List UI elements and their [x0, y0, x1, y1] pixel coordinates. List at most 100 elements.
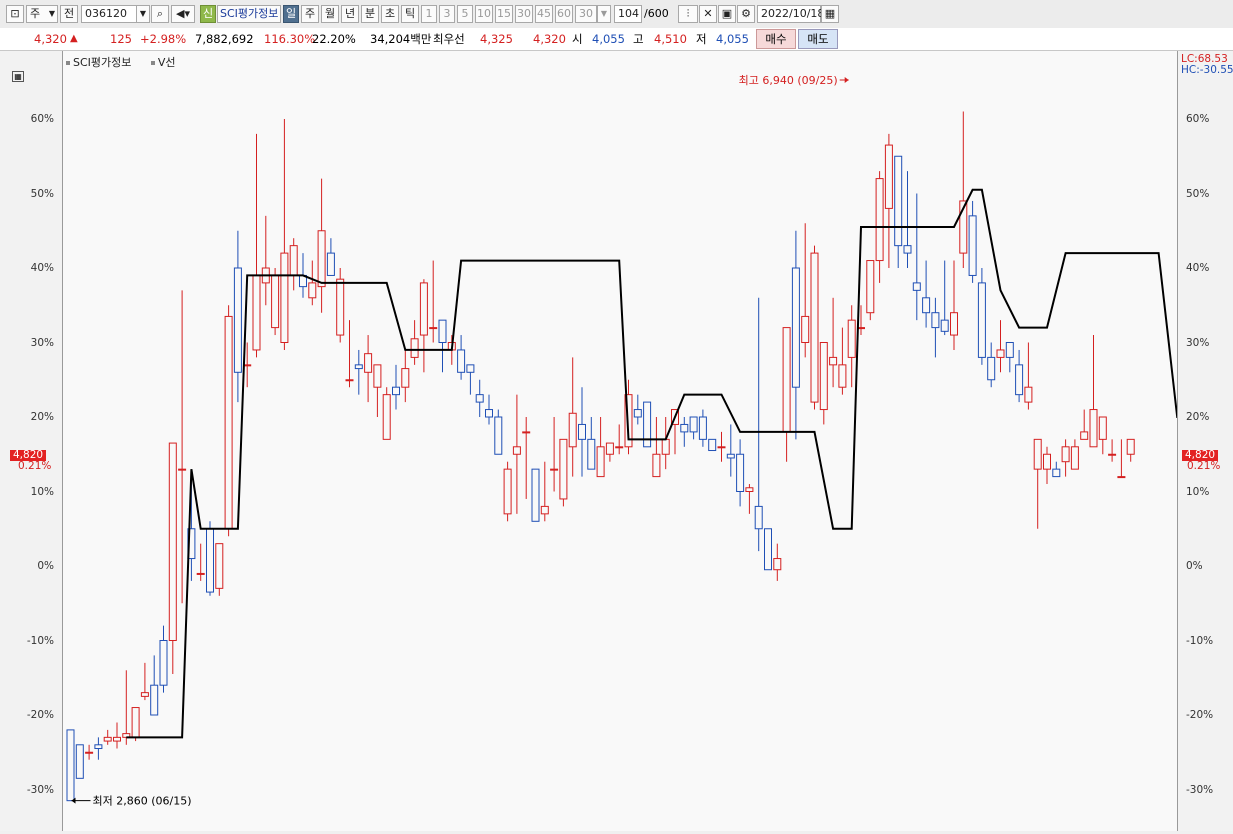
gear-icon[interactable]: ⚙ [737, 5, 755, 23]
candle-body [401, 368, 410, 388]
candle-body [782, 327, 791, 433]
tab-tick[interactable]: 틱 [401, 5, 419, 23]
chart-legend: SCI평가정보 V선 [66, 54, 192, 70]
candle-body [196, 572, 205, 575]
high-annotation: 최고 6,940 (09/25) [739, 74, 838, 87]
y-tick-label: 40% [1186, 262, 1210, 274]
open-price: 4,055 [592, 32, 625, 46]
candle-body [457, 349, 466, 373]
crosshair-icon[interactable]: ✕ [699, 5, 717, 23]
interval-10[interactable]: 10 [475, 5, 493, 23]
candle-body [977, 282, 986, 358]
candle-body [215, 543, 224, 589]
candle-body [1089, 409, 1098, 448]
speaker-icon[interactable]: ◀▾ [171, 5, 195, 23]
chart-plot-area[interactable]: 최고 6,940 (09/25) 최저 2,860 (06/15) [63, 51, 1196, 831]
price-change: 125 [110, 32, 132, 46]
up-arrow-icon: ▲ [70, 33, 78, 44]
candle-body [233, 267, 242, 373]
candle-body [503, 468, 512, 515]
candle-body [847, 319, 856, 358]
tab-month[interactable]: 월 [321, 5, 339, 23]
y-tick-label: -30% [26, 783, 54, 796]
market-select[interactable]: 주 ▼ [26, 5, 58, 23]
candle-type-icon[interactable]: ⫶ [678, 5, 698, 23]
interval-3[interactable]: 3 [439, 5, 455, 23]
sell-button[interactable]: 매도 [798, 29, 838, 49]
legend-item-price[interactable]: SCI평가정보 [66, 56, 139, 69]
candle-body [354, 364, 363, 370]
best-label: 최우선 [433, 32, 465, 46]
market-label: 주 [30, 7, 41, 20]
layout-icon[interactable]: ⊡ [6, 5, 24, 23]
code-dropdown-icon[interactable]: ▼ [136, 5, 150, 23]
candle-body [838, 364, 847, 388]
y-tick-label: -20% [26, 709, 54, 721]
tab-minute[interactable]: 분 [361, 5, 379, 23]
candle-body [894, 155, 903, 247]
buy-button[interactable]: 매수 [756, 29, 796, 49]
stock-name: SCI평가정보 [217, 5, 281, 23]
candle-body [159, 640, 168, 686]
candle-body [1108, 453, 1117, 456]
tab-week[interactable]: 주 [301, 5, 319, 23]
candle-body [475, 394, 484, 403]
y-tick-label: 0% [37, 560, 54, 572]
y-tick-label: -10% [26, 634, 54, 647]
candle-body [308, 282, 317, 299]
candle-body [512, 446, 521, 455]
change-percent: +2.98% [140, 32, 187, 46]
y-tick-label: 30% [30, 336, 54, 349]
interval-15[interactable]: 15 [495, 5, 513, 23]
legend-label-vline: V선 [157, 56, 176, 69]
interval-1[interactable]: 1 [421, 5, 437, 23]
candle-body [466, 364, 475, 373]
interval-value[interactable]: 30 [575, 5, 597, 23]
save-icon[interactable]: ▣ [718, 5, 736, 23]
calendar-icon[interactable]: ▦ [821, 5, 839, 23]
y-tick-label: -30% [1186, 783, 1214, 796]
candle-body [578, 423, 586, 440]
prev-button[interactable]: 전 [60, 5, 78, 23]
candle-body [419, 282, 428, 336]
candle-body [754, 505, 763, 530]
y-tick-label: 40% [30, 262, 54, 274]
candle-body [819, 342, 828, 411]
candle-body [875, 178, 884, 262]
candle-body [652, 453, 661, 478]
interval-dropdown-icon[interactable]: ▼ [597, 5, 611, 23]
candle-body [596, 446, 605, 478]
candle-body [224, 315, 233, 530]
tab-second[interactable]: 초 [381, 5, 399, 23]
candle-body [1024, 386, 1033, 403]
code-input[interactable]: 036120 [81, 5, 137, 23]
interval-60[interactable]: 60 [555, 5, 573, 23]
candle-body [745, 487, 754, 492]
candle-body [494, 416, 503, 455]
tab-year[interactable]: 년 [341, 5, 359, 23]
volume-ratio: 116.30% [264, 32, 316, 46]
search-icon[interactable]: ⌕ [151, 5, 169, 23]
candle-body [140, 692, 149, 697]
candle-body [66, 729, 75, 802]
candle-body [364, 353, 373, 373]
candle-body [317, 230, 326, 288]
candle-body [884, 144, 893, 209]
candle-body [996, 349, 1005, 358]
interval-45[interactable]: 45 [535, 5, 553, 23]
candle-body [764, 528, 772, 571]
candlestick-chart: 최고 6,940 (09/25) 최저 2,860 (06/15) [66, 74, 1196, 808]
count-input[interactable]: 104 [614, 5, 642, 23]
candle-body [931, 312, 940, 329]
candle-body [587, 438, 596, 470]
grid-table-icon[interactable]: ▦ [12, 71, 24, 82]
date-input[interactable]: 2022/10/18 [757, 5, 824, 23]
interval-30[interactable]: 30 [515, 5, 533, 23]
candle-body [1033, 438, 1042, 470]
legend-item-vline[interactable]: V선 [150, 56, 184, 69]
tab-day[interactable]: 일 [283, 5, 299, 23]
interval-5[interactable]: 5 [457, 5, 473, 23]
candle-body [550, 468, 559, 471]
candle-body [252, 274, 261, 351]
candle-body [950, 312, 958, 336]
